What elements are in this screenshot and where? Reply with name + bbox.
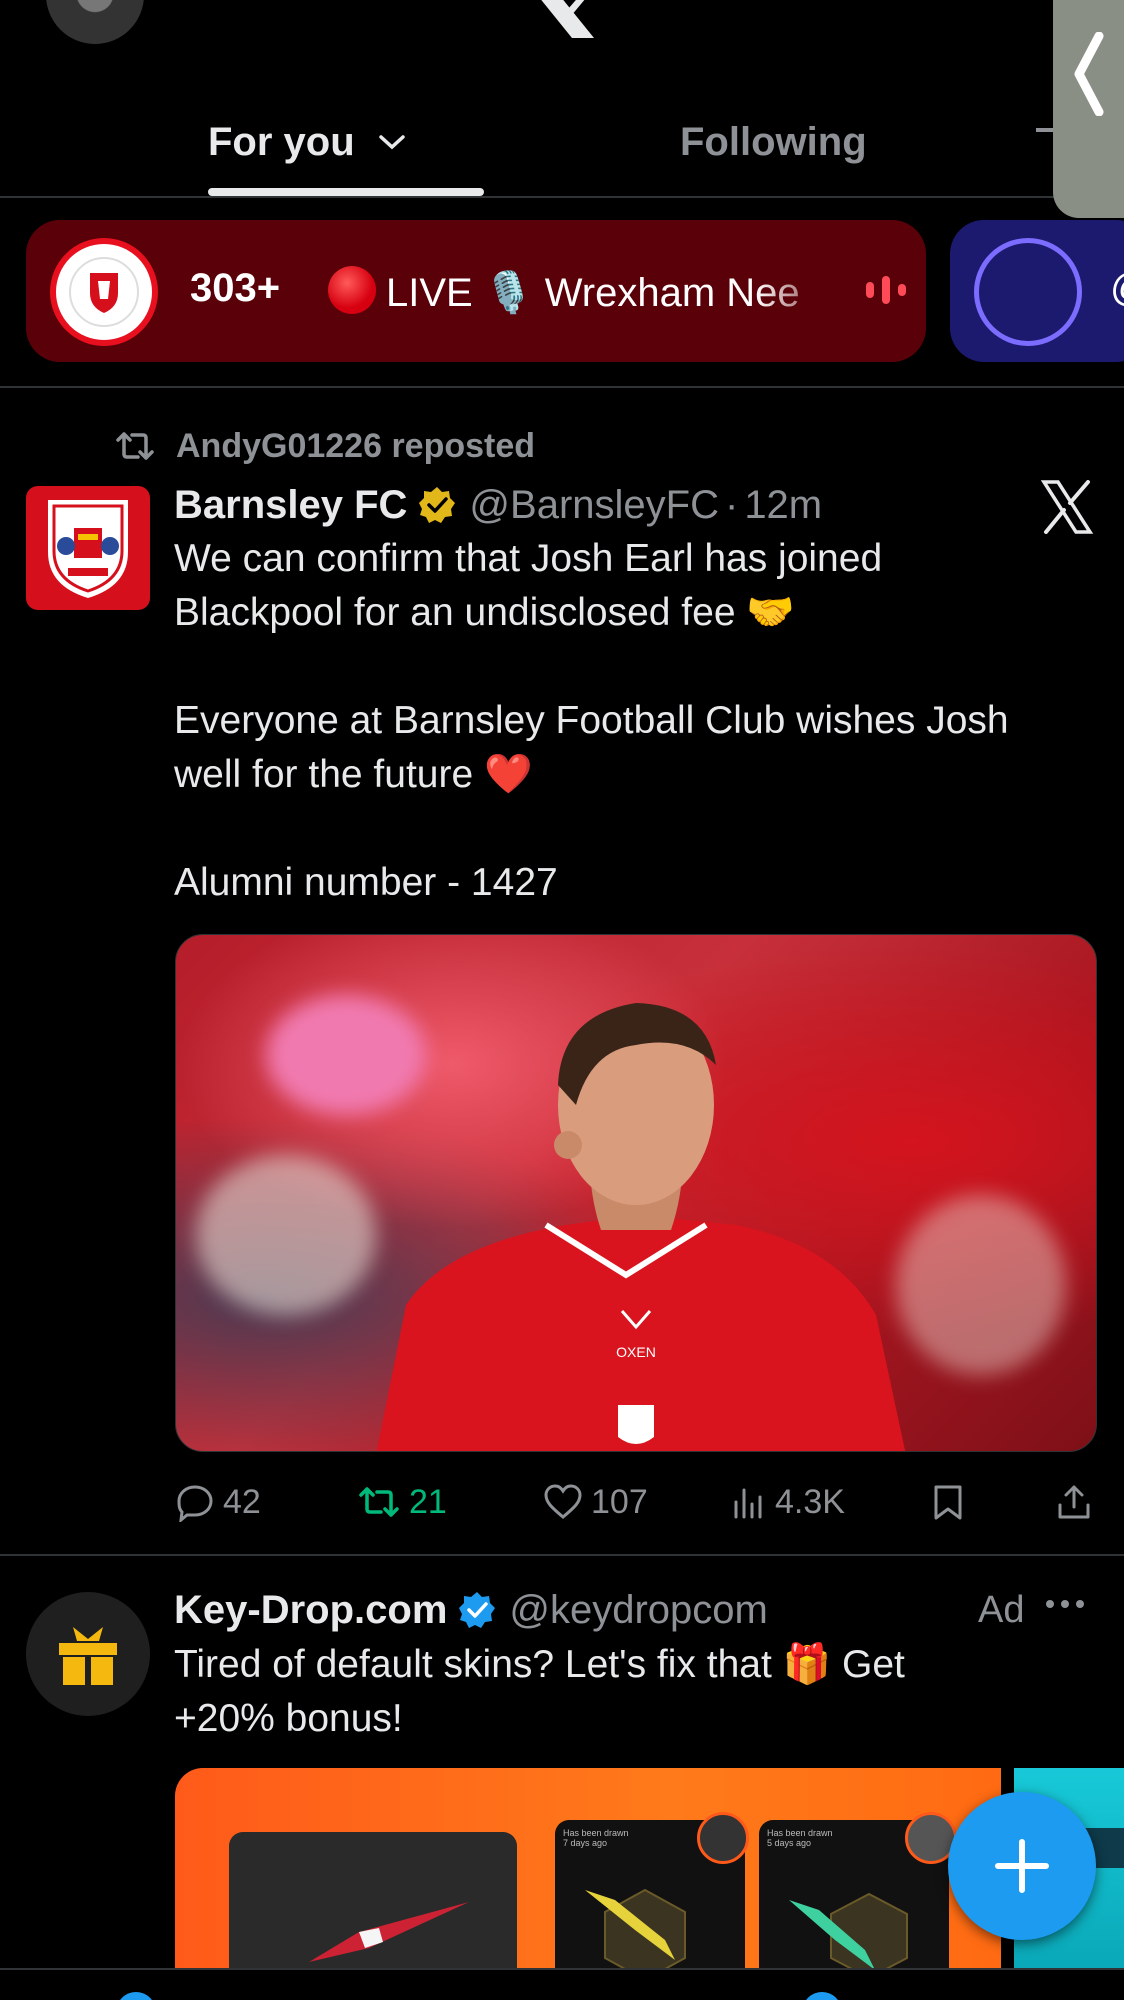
tweet-line: We can confirm that Josh Earl has joined: [174, 537, 883, 580]
spaces-divider: [0, 386, 1124, 388]
live-space-pill[interactable]: 303+ LIVE 🎙️ Wrexham Nee: [26, 220, 926, 362]
bookmark-button[interactable]: [931, 1474, 973, 1530]
tweet-header: Barnsley FC @BarnsleyFC · 12m: [174, 480, 1034, 530]
dot-separator: ·: [724, 482, 739, 527]
bottom-nav: [0, 1968, 1124, 2000]
share-icon: [1058, 1485, 1090, 1519]
tweet-line: Everyone at Barnsley Football Club wishe…: [174, 699, 1009, 742]
ad-knife-card: [229, 1832, 517, 1968]
gift-logo-icon: [59, 1627, 117, 1685]
verified-blue-badge-icon: [459, 1592, 496, 1628]
space-listener-count: 303+: [190, 266, 281, 310]
nav-item-indicator[interactable]: [802, 1992, 842, 2000]
card-caption: Has been drawn: [563, 1828, 629, 1838]
winner-avatar: [697, 1812, 749, 1864]
views-chart-icon: [734, 1488, 762, 1519]
wrexham-crest-icon: [69, 257, 139, 327]
tweet-time[interactable]: 12m: [744, 483, 822, 528]
views-count: 4.3K: [775, 1482, 845, 1521]
tweet-line: [174, 802, 1104, 856]
reply-button[interactable]: 42: [175, 1474, 261, 1530]
more-tabs-indicator[interactable]: [1036, 128, 1054, 132]
golden-knife-icon: [585, 1888, 686, 1968]
ad-drop-card: Has been drawn 5 days ago: [759, 1812, 957, 1968]
reply-count: 42: [223, 1482, 261, 1521]
repost-icon: [116, 432, 154, 460]
tab-following-label: Following: [680, 119, 867, 164]
player-figure: OXEN: [376, 1003, 906, 1451]
ad-line: +20% bonus!: [174, 1697, 403, 1740]
audio-wave-icon: [866, 276, 906, 304]
barnsley-crest-icon: [48, 500, 128, 598]
like-button[interactable]: 107: [543, 1474, 648, 1530]
card-caption: 5 days ago: [767, 1838, 812, 1848]
ad-drop-card: Has been drawn 7 days ago: [555, 1812, 749, 1968]
crowd-blur: [896, 1195, 1066, 1375]
ad-header: Key-Drop.com @keydropcom: [174, 1584, 1094, 1636]
more-options-icon[interactable]: [1046, 1600, 1084, 1608]
reply-icon: [177, 1485, 213, 1522]
tweet-line: Alumni number - 1427: [174, 861, 558, 904]
nav-home-indicator[interactable]: [116, 1992, 156, 2000]
chevron-down-icon[interactable]: [377, 132, 407, 152]
tab-for-you[interactable]: For you: [208, 88, 488, 196]
space-host-avatar-2: [974, 238, 1082, 346]
repost-button[interactable]: 21: [357, 1474, 447, 1530]
share-button[interactable]: [1055, 1474, 1101, 1530]
space-host-avatar: [50, 238, 158, 346]
repost-by-label: AndyG01226 reposted: [176, 426, 536, 465]
tab-following[interactable]: Following: [680, 88, 940, 196]
ad-label: Ad: [978, 1588, 1025, 1631]
top-bar: For you Following: [0, 0, 1124, 196]
x-logo-icon: [541, 0, 594, 38]
live-space-pill-2[interactable]: @: [950, 220, 1124, 362]
tweet-line: Blackpool for an undisclosed fee 🤝: [174, 591, 795, 634]
chevron-left-icon: [1074, 32, 1104, 116]
verified-gold-badge-icon: [419, 487, 456, 523]
repost-context[interactable]: AndyG01226 reposted: [114, 424, 535, 468]
space-title-text: LIVE 🎙️ Wrexham Nee: [386, 271, 800, 315]
ad-line: Tired of default skins? Let's fix that 🎁…: [174, 1643, 905, 1686]
svg-text:OXEN: OXEN: [616, 1344, 656, 1360]
like-count: 107: [591, 1482, 648, 1521]
bookmark-icon: [934, 1485, 962, 1520]
emerald-knife-icon: [789, 1892, 908, 1968]
active-tab-indicator: [208, 188, 484, 196]
tweet-line: [174, 640, 1104, 694]
timeline-tabs: For you Following: [0, 88, 1124, 196]
views-button[interactable]: 4.3K: [731, 1474, 845, 1530]
tweet-line: well for the future ❤️: [174, 753, 533, 796]
keydrop-avatar[interactable]: [26, 1592, 150, 1716]
heart-icon: [544, 1484, 582, 1519]
live-red-dot-icon: [328, 266, 376, 314]
ad-media-card-1[interactable]: Has been drawn 7 days ago Has been drawn…: [175, 1768, 1001, 1968]
knife-icon: [309, 1902, 469, 1962]
ad-author-name[interactable]: Key-Drop.com: [174, 1588, 447, 1633]
side-panel-handle[interactable]: [1053, 0, 1124, 218]
tab-for-you-label: For you: [208, 119, 355, 164]
card-caption: 7 days ago: [563, 1838, 608, 1848]
repost-icon: [359, 1487, 399, 1517]
repost-count: 21: [409, 1482, 447, 1521]
space-title-2: @: [1110, 266, 1124, 311]
author-name[interactable]: Barnsley FC: [174, 483, 407, 528]
space-title-fade: [756, 220, 866, 362]
header-divider: [0, 196, 1124, 198]
compose-button[interactable]: [948, 1792, 1096, 1940]
tweet-text: We can confirm that Josh Earl has joined…: [174, 532, 1104, 910]
tweet-actions: 42 21 107 4.3K: [175, 1474, 1095, 1530]
author-handle[interactable]: @BarnsleyFC: [469, 483, 719, 528]
card-caption: Has been drawn: [767, 1828, 833, 1838]
barnsley-avatar[interactable]: [26, 486, 150, 610]
ad-author-handle[interactable]: @keydropcom: [509, 1588, 767, 1633]
ad-text: Tired of default skins? Let's fix that 🎁…: [174, 1638, 1074, 1746]
profile-avatar[interactable]: [46, 0, 144, 44]
tweet-divider: [0, 1554, 1124, 1556]
plus-icon: [995, 1839, 1049, 1893]
tweet-photo[interactable]: OXEN: [175, 934, 1097, 1452]
x-affiliate-logo-icon[interactable]: [1040, 480, 1094, 534]
